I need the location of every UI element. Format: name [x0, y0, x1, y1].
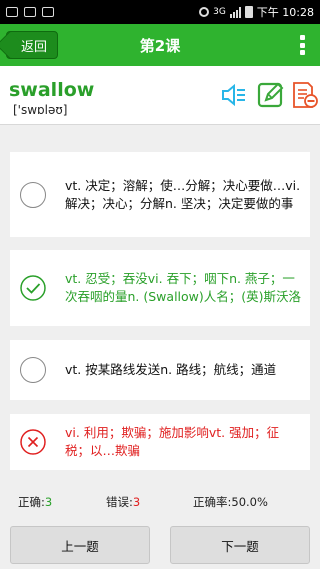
usb-icon: [24, 7, 36, 17]
status-clock: 下午 10:28: [256, 6, 314, 19]
speaker-icon[interactable]: [219, 81, 247, 109]
correct-count: 3: [44, 495, 53, 509]
option-1[interactable]: vt. 决定；溶解；使…分解；决心要做…vi. 解决；决心；分解n. 坚决；决定…: [10, 152, 310, 237]
edit-icon[interactable]: [257, 81, 285, 109]
prev-question-button[interactable]: 上一题: [10, 526, 150, 564]
next-question-button[interactable]: 下一题: [170, 526, 310, 564]
correct-count-stat: 正确:3: [18, 494, 52, 510]
image-icon: [42, 7, 54, 17]
next-button-label: 下一题: [221, 538, 259, 554]
wifi-icon: [199, 7, 210, 17]
accuracy-value: 50.0%: [231, 495, 268, 509]
word-phonetic: ['swɒləʊ]: [13, 103, 68, 117]
prev-button-label: 上一题: [61, 538, 99, 554]
overflow-menu-icon[interactable]: [300, 35, 306, 55]
wrong-label: 错误:: [106, 495, 133, 509]
header-divider: [0, 124, 320, 125]
word-header: swallow ['swɒləʊ]: [0, 66, 320, 124]
option-2[interactable]: vt. 忍受；吞没vi. 吞下；咽下n. 燕子；一次吞咽的量n. (Swallo…: [10, 250, 310, 326]
back-button-label: 返回: [21, 39, 48, 55]
battery-icon: [244, 6, 253, 18]
wrong-count-stat: 错误:3: [106, 494, 140, 510]
option-text: vt. 忍受；吞没vi. 吞下；咽下n. 燕子；一次吞咽的量n. (Swallo…: [65, 271, 302, 304]
option-text: vt. 按某路线发送n. 路线；航线；通道: [65, 362, 277, 377]
signal-icon: [229, 6, 241, 18]
back-button[interactable]: 返回: [6, 31, 59, 59]
correct-label: 正确:: [18, 495, 45, 509]
cross-circle-icon: [20, 429, 46, 455]
radio-unselected-icon: [20, 181, 46, 208]
option-text: vt. 决定；溶解；使…分解；决心要做…vi. 解决；决心；分解n. 坚决；决定…: [65, 177, 301, 211]
remove-word-icon[interactable]: [291, 81, 319, 109]
accuracy-label: 正确率:: [193, 495, 232, 509]
app-bar: 返回 第2课: [0, 24, 320, 66]
status-bar: 3G 下午 10:28: [0, 0, 320, 24]
option-3[interactable]: vt. 按某路线发送n. 路线；航线；通道: [10, 340, 310, 400]
option-text: vi. 利用；欺骗；施加影响vt. 强加；征税；以…欺骗: [65, 425, 280, 458]
accuracy-stat: 正确率:50.0%: [193, 494, 268, 510]
word-text: swallow: [9, 79, 95, 101]
radio-unselected-icon: [20, 357, 46, 383]
check-circle-icon: [20, 275, 46, 301]
network-type: 3G: [213, 7, 226, 17]
wrong-count: 3: [132, 495, 141, 509]
message-icon: [6, 7, 18, 17]
option-4[interactable]: vi. 利用；欺骗；施加影响vt. 强加；征税；以…欺骗: [10, 414, 310, 470]
